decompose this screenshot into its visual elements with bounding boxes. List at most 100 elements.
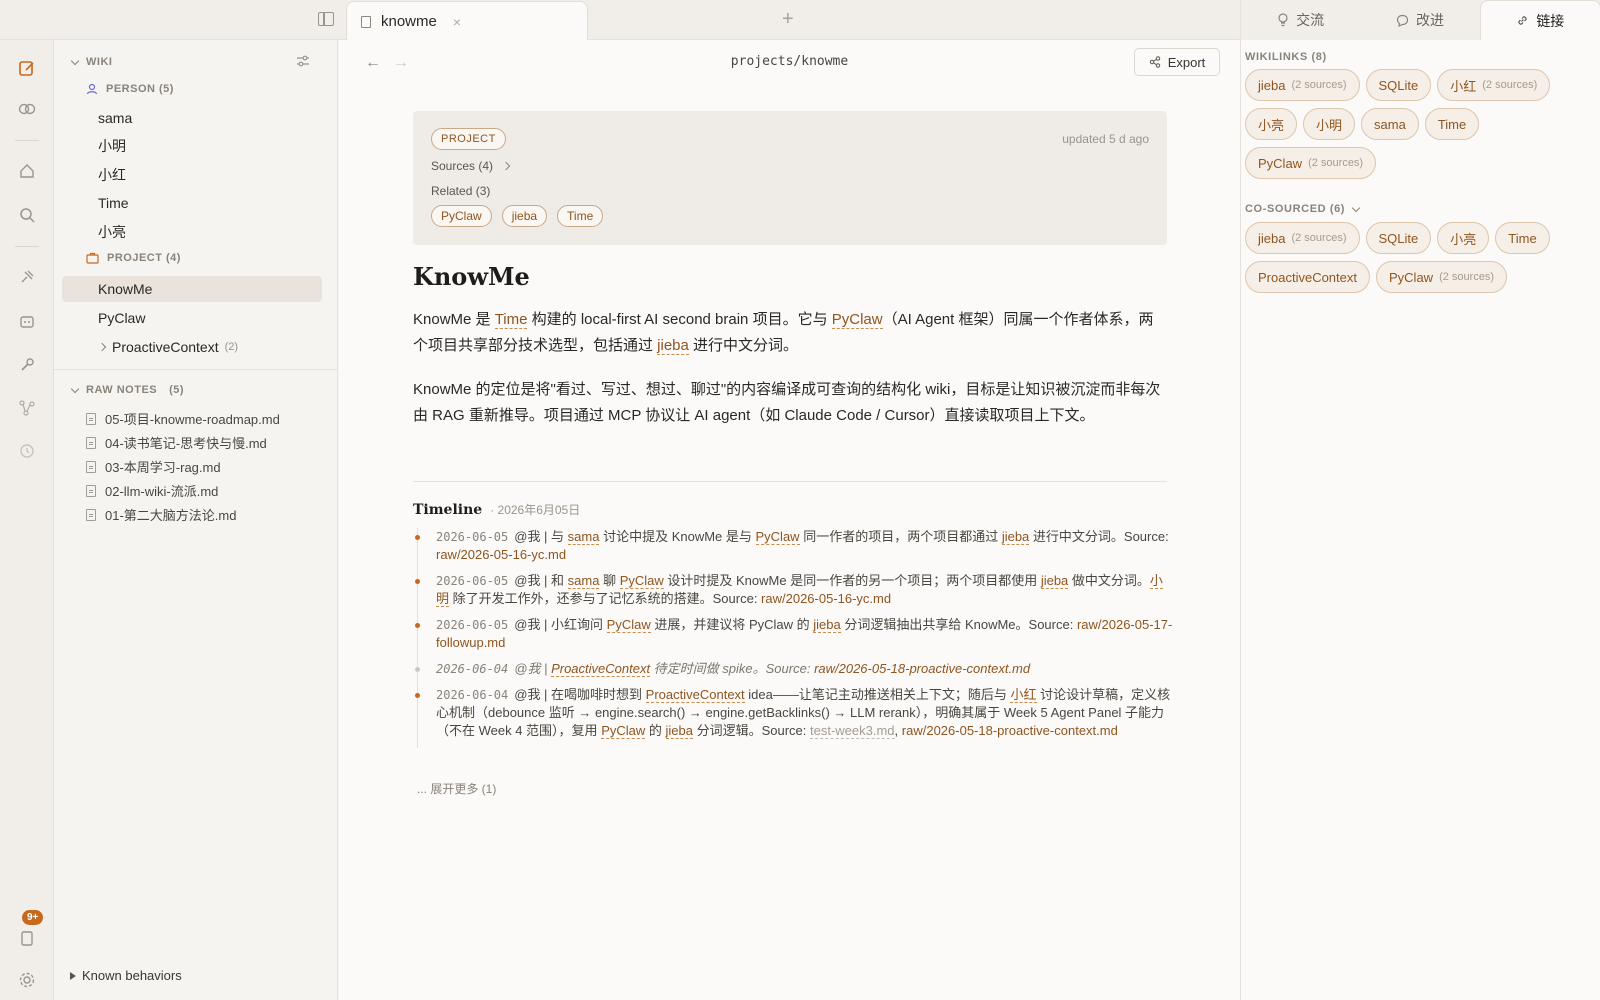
wikilink[interactable]: PyClaw [755,529,800,545]
wikilink[interactable]: ProactiveContext [551,661,651,677]
related-pill[interactable]: jieba [501,205,548,227]
updated-timestamp: updated 5 d ago [1062,132,1149,146]
wikilink[interactable]: PyClaw [606,617,651,633]
notes-icon[interactable] [17,928,37,948]
related-pill[interactable]: Time [557,205,604,227]
link-icon [1518,16,1527,25]
tab-links[interactable]: 链接 [1479,0,1600,40]
source-link[interactable]: test-week3.md [810,723,895,739]
wikilink[interactable]: jieba [813,617,841,633]
raw-note-item[interactable]: 03-本周学习-rag.md [86,457,221,476]
cosourced-chip[interactable]: ProactiveContext [1245,261,1370,293]
tab-knowme[interactable]: knowme × [346,1,588,41]
close-tab-icon[interactable]: × [453,14,461,30]
type-badge: PROJECT [431,128,506,150]
history-icon[interactable] [17,441,37,461]
project-group-header[interactable]: PROJECT (4) [86,252,181,264]
sidebar-item-xiaoming[interactable]: 小明 [62,133,322,159]
wrench-icon[interactable] [17,355,37,375]
wikilink[interactable]: sama [567,529,600,545]
paragraph-1: KnowMe 是 Time 构建的 local-first AI second … [413,311,1154,355]
sidebar-item-xiaoliang[interactable]: 小亮 [62,219,322,245]
person-icon [86,83,98,95]
cosourced-chip[interactable]: jieba (2 sources) [1245,222,1360,254]
wikilink[interactable]: ProactiveContext [645,687,745,703]
wikilink-chip[interactable]: sama [1361,108,1419,140]
tab-improve[interactable]: 改进 [1360,0,1479,40]
expand-more-link[interactable]: ... 展开更多 (1) [417,780,496,797]
sidebar-item-xiaohong[interactable]: 小红 [62,162,322,188]
edit-icon[interactable] [17,58,37,78]
wikilink[interactable]: PyClaw [831,311,883,329]
file-icon [86,436,96,449]
wikilink[interactable]: PyClaw [619,573,664,589]
tab-chat[interactable]: 交流 [1241,0,1360,40]
wikilink[interactable]: jieba [1040,573,1069,589]
gear-icon[interactable] [17,970,37,990]
timeline-header: Timeline · 2026年6月05日 [413,502,581,518]
cosourced-chip[interactable]: Time [1495,222,1550,254]
main-content: ← → projects/knowme Export PROJECT updat… [339,40,1240,1000]
speech-bubble-icon [1396,14,1409,27]
export-button[interactable]: Export [1134,48,1220,76]
wikilink[interactable]: PyClaw [601,723,646,739]
wikilink[interactable]: jieba [665,723,693,739]
wikilink[interactable]: jieba [657,337,689,355]
sidebar-item-proactivecontext[interactable]: ProactiveContext (2) [62,334,322,360]
wikilink[interactable]: Time [494,311,528,329]
wikilink[interactable]: sama [567,573,600,589]
raw-note-item[interactable]: 04-读书笔记-思考快与慢.md [86,433,267,452]
chevron-right-icon [501,161,511,171]
graph-icon[interactable] [17,398,37,418]
raw-note-item[interactable]: 01-第二大脑方法论.md [86,505,236,524]
sidebar-toggle-icon[interactable] [318,12,334,26]
wikilink-chip[interactable]: 小亮 [1245,108,1298,140]
plugin-icon[interactable] [17,267,37,287]
source-link[interactable]: raw/2026-05-16-yc.md [436,547,566,562]
wikilink-chip[interactable]: 小红 (2 sources) [1437,69,1551,101]
paragraph-2: KnowMe 的定位是将"看过、写过、想过、聊过"的内容编译成可查询的结构化 w… [413,381,1161,424]
wikilink-chip[interactable]: PyClaw (2 sources) [1245,147,1377,179]
wikilinks-chips: jieba (2 sources) SQLite 小红 (2 sources) 小亮… [1245,69,1585,179]
sidebar-item-knowme[interactable]: KnowMe [62,276,322,302]
wikilink-chip[interactable]: jieba (2 sources) [1245,69,1360,101]
timeline-list: 2026-06-05 @我 | 与 sama 讨论中提及 KnowMe 是与 Py… [415,528,1175,748]
sidebar-item-pyclaw[interactable]: PyClaw [62,305,322,331]
wikilink-chip[interactable]: 小明 [1303,108,1356,140]
source-link[interactable]: raw/2026-05-16-yc.md [761,591,891,606]
raw-note-item[interactable]: 05-项目-knowme-roadmap.md [86,409,280,428]
source-link[interactable]: raw/2026-05-18-proactive-context.md [814,661,1030,676]
source-link[interactable]: raw/2026-05-18-proactive-context.md [902,723,1118,738]
home-icon[interactable] [17,161,37,181]
lightbulb-icon [1278,13,1288,27]
sources-toggle[interactable]: Sources (4) [431,159,511,173]
file-icon [86,508,96,521]
new-tab-icon[interactable]: + [782,8,794,31]
raw-notes-section-header[interactable]: RAW NOTES (5) [70,384,184,396]
wikilink-chip[interactable]: SQLite [1365,69,1432,101]
notification-badge: 9+ [22,910,44,925]
search-icon[interactable] [17,205,37,225]
chevron-down-icon [1351,203,1361,212]
cosourced-header[interactable]: CO-SOURCED (6) [1245,203,1361,215]
filter-settings-icon[interactable] [296,54,310,71]
known-behaviors-toggle[interactable]: Known behaviors [70,968,182,983]
right-panel: 交流 改进 链接 WIKILINKS (8) jieba (2 sources) … [1240,0,1600,1000]
sidebar-item-sama[interactable]: sama [62,105,322,131]
file-icon [86,412,96,425]
brain-icon[interactable] [17,99,37,119]
sidebar-item-time[interactable]: Time [62,190,322,216]
cosourced-chip[interactable]: PyClaw (2 sources) [1376,261,1508,293]
share-icon [1149,56,1160,68]
wikilink[interactable]: jieba [1001,529,1030,545]
wikilink-chip[interactable]: Time [1424,108,1480,140]
person-group-header[interactable]: PERSON (5) [86,83,174,95]
related-pill[interactable]: PyClaw [431,205,492,227]
wikilink[interactable]: 小红 [1010,687,1037,703]
raw-note-item[interactable]: 02-llm-wiki-流派.md [86,481,218,500]
cosourced-chip[interactable]: SQLite [1365,222,1432,254]
timeline-entry: 2026-06-05 @我 | 和 sama 聊 PyClaw 设计时提及 Kno… [415,572,1175,608]
wiki-section-header[interactable]: WIKI [70,56,112,68]
bot-icon[interactable] [17,311,37,331]
cosourced-chip[interactable]: 小亮 [1437,222,1490,254]
